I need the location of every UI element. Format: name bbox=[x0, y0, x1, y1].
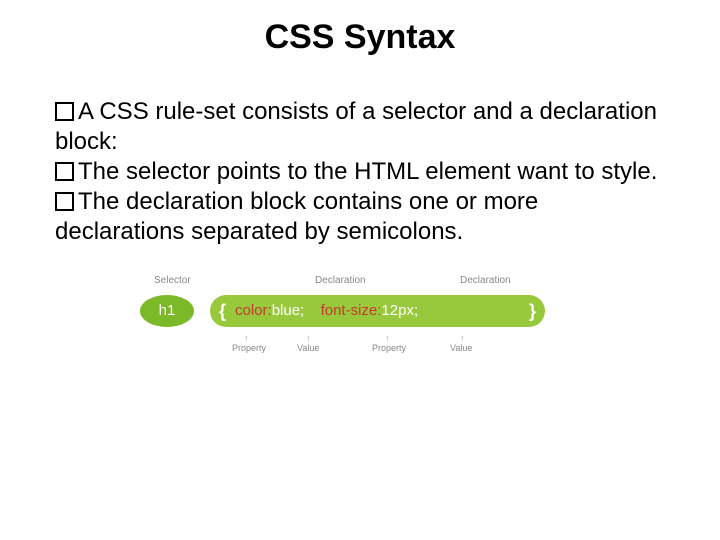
label-declaration: Declaration bbox=[315, 275, 366, 286]
label-value: Value bbox=[297, 343, 319, 353]
bullet-text: The selector points to the HTML element … bbox=[78, 158, 657, 185]
bullet-text: A CSS rule-set consists of a selector an… bbox=[55, 98, 657, 155]
slide: CSS Syntax A CSS rule-set consists of a … bbox=[0, 18, 720, 540]
value-text: 12px bbox=[381, 302, 414, 319]
property-text: color: bbox=[235, 302, 272, 319]
brace-open: { bbox=[219, 295, 226, 327]
property-text: font-size: bbox=[321, 302, 382, 319]
label-property: Property bbox=[372, 343, 406, 353]
bullet-icon bbox=[55, 162, 74, 181]
bullet-icon bbox=[55, 102, 74, 121]
slide-title: CSS Syntax bbox=[0, 18, 720, 57]
declaration-capsule: { color:blue; font-size:12px; } bbox=[210, 295, 545, 327]
label-property: Property bbox=[232, 343, 266, 353]
selector-text: h1 bbox=[159, 302, 176, 319]
arrow-up-icon: ↑ bbox=[244, 333, 249, 343]
label-value: Value bbox=[450, 343, 472, 353]
diagram-shapes: h1 { color:blue; font-size:12px; } bbox=[140, 291, 580, 331]
label-declaration: Declaration bbox=[460, 275, 511, 286]
slide-body: A CSS rule-set consists of a selector an… bbox=[55, 97, 670, 247]
bullet-icon bbox=[55, 192, 74, 211]
value-text: blue bbox=[272, 302, 300, 319]
semicolon: ; bbox=[300, 302, 304, 319]
brace-close: } bbox=[529, 295, 536, 327]
arrow-up-icon: ↑ bbox=[306, 333, 311, 343]
selector-ellipse: h1 bbox=[140, 295, 194, 327]
arrow-up-icon: ↑ bbox=[385, 333, 390, 343]
bullet-item: A CSS rule-set consists of a selector an… bbox=[55, 97, 670, 157]
bullet-item: The declaration block contains one or mo… bbox=[55, 187, 670, 247]
arrow-up-icon: ↑ bbox=[460, 333, 465, 343]
semicolon: ; bbox=[414, 302, 418, 319]
bullet-text: The declaration block contains one or mo… bbox=[55, 188, 538, 245]
css-syntax-diagram: Selector Declaration Declaration h1 { co… bbox=[140, 275, 580, 315]
label-selector: Selector bbox=[154, 275, 191, 286]
bullet-item: The selector points to the HTML element … bbox=[55, 157, 670, 187]
